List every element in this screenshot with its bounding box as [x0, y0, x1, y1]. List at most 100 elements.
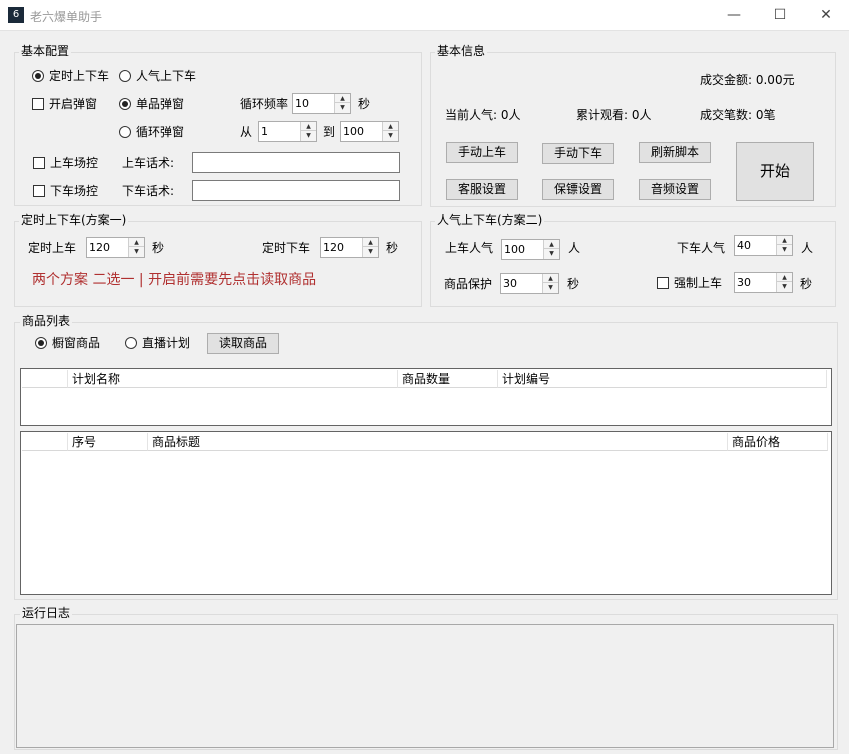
- off-control-checkbox[interactable]: [33, 185, 45, 197]
- single-popup-label[interactable]: 单品弹窗: [136, 96, 184, 112]
- on-pop-label: 上车人气: [445, 241, 494, 255]
- spin-down-icon[interactable]: ▼: [301, 131, 316, 140]
- audio-settings-button[interactable]: 音频设置: [639, 179, 711, 200]
- off-pop-value: 40: [737, 239, 751, 252]
- to-arrows[interactable]: ▲ ▼: [382, 122, 398, 141]
- loop-freq-stepper[interactable]: 10 ▲ ▼: [292, 93, 351, 114]
- spin-up-icon[interactable]: ▲: [777, 236, 792, 245]
- protect-stepper[interactable]: 30 ▲ ▼: [500, 273, 559, 294]
- from-stepper[interactable]: 1 ▲ ▼: [258, 121, 317, 142]
- current-pop-text: 当前人气: 0人: [445, 108, 521, 122]
- force-on-checkbox[interactable]: [657, 277, 669, 289]
- off-pop-arrows[interactable]: ▲ ▼: [776, 236, 792, 255]
- off-pop-unit: 人: [801, 241, 814, 255]
- off-pop-label: 下车人气: [677, 241, 726, 255]
- timed-off-arrows[interactable]: ▲ ▼: [362, 238, 378, 257]
- loop-freq-arrows[interactable]: ▲ ▼: [334, 94, 350, 113]
- close-button[interactable]: ✕: [803, 0, 849, 30]
- products-title: 商品列表: [20, 314, 73, 328]
- start-button[interactable]: 开始: [736, 142, 814, 201]
- plan-column-header[interactable]: [22, 370, 68, 388]
- goods-column-header[interactable]: 商品价格: [728, 433, 828, 451]
- on-pop-arrows[interactable]: ▲ ▼: [543, 240, 559, 259]
- spin-down-icon[interactable]: ▼: [544, 249, 559, 258]
- minimize-button[interactable]: —: [711, 0, 757, 30]
- timed-on-label: 定时上车: [28, 241, 77, 255]
- manual-off-button[interactable]: 手动下车: [542, 143, 614, 164]
- loop-popup-radio[interactable]: [119, 126, 131, 138]
- spin-up-icon[interactable]: ▲: [777, 273, 792, 282]
- from-value: 1: [261, 125, 268, 138]
- spin-down-icon[interactable]: ▼: [335, 103, 350, 112]
- timed-on-stepper[interactable]: 120 ▲ ▼: [86, 237, 145, 258]
- popup-enable-checkbox[interactable]: [32, 98, 44, 110]
- force-on-stepper[interactable]: 30 ▲ ▼: [734, 272, 793, 293]
- timed-on-arrows[interactable]: ▲ ▼: [128, 238, 144, 257]
- spin-up-icon[interactable]: ▲: [383, 122, 398, 131]
- refresh-script-button[interactable]: 刷新脚本: [639, 142, 711, 163]
- on-talk-input[interactable]: [192, 152, 400, 173]
- off-control-label[interactable]: 下车场控: [50, 183, 98, 199]
- goods-column-header[interactable]: 序号: [68, 433, 148, 451]
- app-icon: 6: [8, 7, 24, 23]
- live-plan-radio[interactable]: [125, 337, 137, 349]
- spin-up-icon[interactable]: ▲: [544, 240, 559, 249]
- off-talk-input[interactable]: [192, 180, 400, 201]
- popularity-label[interactable]: 人气上下车: [136, 68, 196, 84]
- loop-popup-label[interactable]: 循环弹窗: [136, 124, 184, 140]
- service-settings-button[interactable]: 客服设置: [446, 179, 518, 200]
- to-label: 到: [323, 125, 336, 139]
- protect-unit: 秒: [567, 277, 580, 291]
- window-goods-label[interactable]: 橱窗商品: [52, 335, 100, 351]
- force-on-unit: 秒: [800, 277, 813, 291]
- window-goods-radio[interactable]: [35, 337, 47, 349]
- on-pop-stepper[interactable]: 100 ▲ ▼: [501, 239, 560, 260]
- log-textarea[interactable]: [16, 624, 834, 748]
- spin-up-icon[interactable]: ▲: [363, 238, 378, 247]
- plan-table[interactable]: 计划名称 商品数量 计划编号: [20, 368, 832, 426]
- on-control-checkbox[interactable]: [33, 157, 45, 169]
- on-control-label[interactable]: 上车场控: [50, 155, 98, 171]
- plan-column-header[interactable]: 商品数量: [398, 370, 498, 388]
- live-plan-label[interactable]: 直播计划: [142, 335, 190, 351]
- spin-down-icon[interactable]: ▼: [777, 282, 792, 291]
- plan-one-group: [14, 221, 422, 307]
- timed-off-stepper[interactable]: 120 ▲ ▼: [320, 237, 379, 258]
- popup-enable-label[interactable]: 开启弹窗: [49, 96, 97, 112]
- loop-freq-unit: 秒: [358, 97, 371, 111]
- basic-info-title: 基本信息: [435, 44, 488, 58]
- popularity-radio[interactable]: [119, 70, 131, 82]
- force-on-arrows[interactable]: ▲ ▼: [776, 273, 792, 292]
- spin-up-icon[interactable]: ▲: [335, 94, 350, 103]
- goods-column-header[interactable]: [22, 433, 68, 451]
- timed-off-label: 定时下车: [262, 241, 311, 255]
- read-goods-button[interactable]: 读取商品: [207, 333, 279, 354]
- timed-radio[interactable]: [32, 70, 44, 82]
- spin-up-icon[interactable]: ▲: [301, 122, 316, 131]
- spin-up-icon[interactable]: ▲: [543, 274, 558, 283]
- goods-table[interactable]: 序号 商品标题 商品价格: [20, 431, 832, 595]
- on-talk-label: 上车话术:: [122, 156, 175, 170]
- maximize-button[interactable]: ☐: [757, 0, 803, 30]
- off-pop-stepper[interactable]: 40 ▲ ▼: [734, 235, 793, 256]
- spin-down-icon[interactable]: ▼: [777, 245, 792, 254]
- spin-down-icon[interactable]: ▼: [129, 247, 144, 256]
- spin-down-icon[interactable]: ▼: [363, 247, 378, 256]
- spin-down-icon[interactable]: ▼: [543, 283, 558, 292]
- single-popup-radio[interactable]: [119, 98, 131, 110]
- save-settings-button[interactable]: 保镖设置: [542, 179, 614, 200]
- spin-down-icon[interactable]: ▼: [383, 131, 398, 140]
- protect-arrows[interactable]: ▲ ▼: [542, 274, 558, 293]
- from-arrows[interactable]: ▲ ▼: [300, 122, 316, 141]
- timed-label[interactable]: 定时上下车: [49, 68, 109, 84]
- to-stepper[interactable]: 100 ▲ ▼: [340, 121, 399, 142]
- force-on-label[interactable]: 强制上车: [674, 275, 722, 291]
- plan-column-header[interactable]: 计划编号: [498, 370, 827, 388]
- plan-column-header[interactable]: 计划名称: [68, 370, 398, 388]
- spin-up-icon[interactable]: ▲: [129, 238, 144, 247]
- manual-on-button[interactable]: 手动上车: [446, 142, 518, 163]
- timed-off-unit: 秒: [386, 241, 399, 255]
- protect-value: 30: [503, 277, 517, 290]
- goods-column-header[interactable]: 商品标题: [148, 433, 728, 451]
- deal-count-text: 成交笔数: 0笔: [700, 108, 776, 122]
